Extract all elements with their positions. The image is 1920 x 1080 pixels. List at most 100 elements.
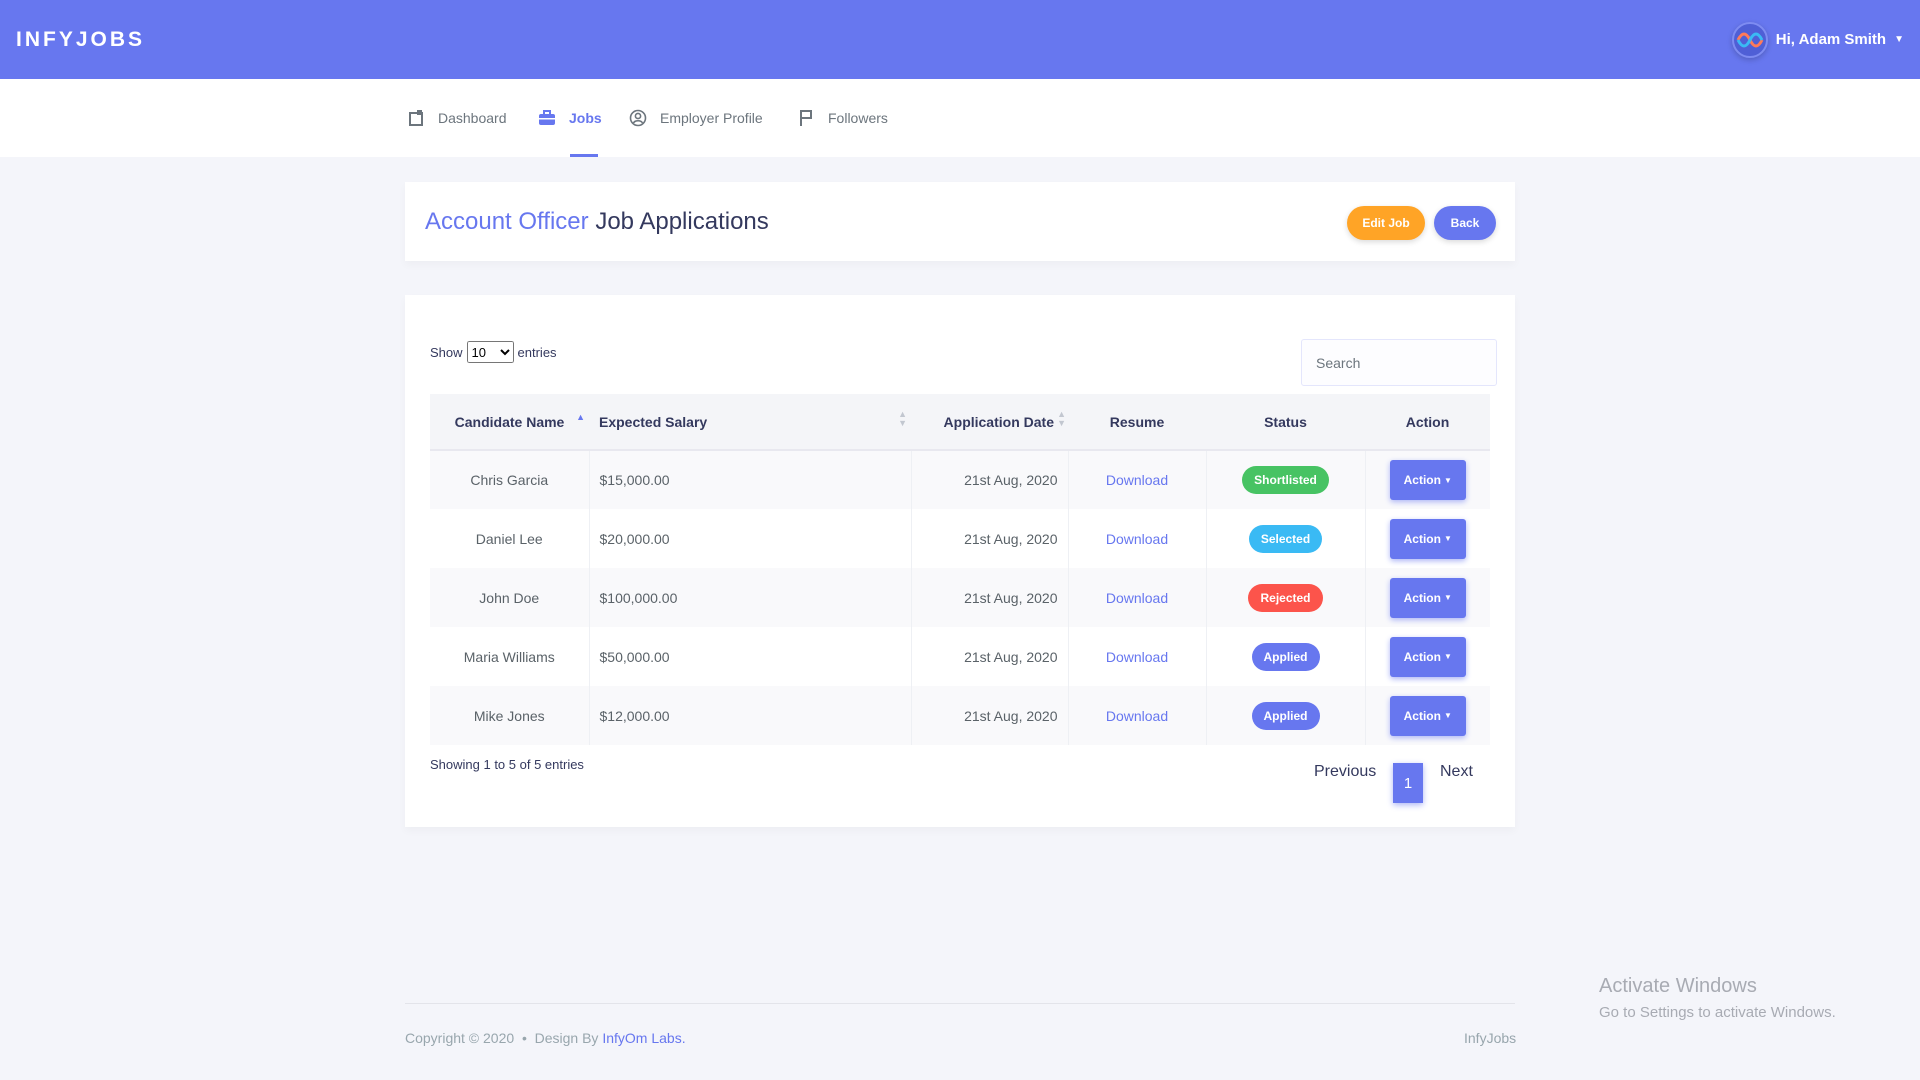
action-dropdown-button[interactable]: Action ▼	[1389, 636, 1466, 677]
application-date-cell: 21st Aug, 2020	[911, 627, 1069, 686]
resume-cell: Download	[1068, 509, 1207, 568]
column-header-candidate-name[interactable]: Candidate Name ▲	[430, 394, 589, 451]
caret-down-icon: ▼	[1443, 593, 1452, 602]
expected-salary-cell: $20,000.00	[589, 509, 912, 568]
search-input[interactable]	[1301, 339, 1497, 386]
sort-icon: ▲ ▼	[1057, 409, 1066, 428]
page-title: Account Officer Job Applications	[425, 208, 769, 236]
windows-activation-watermark: Activate Windows Go to Settings to activ…	[1599, 975, 1836, 1021]
chevron-down-icon[interactable]: ▼	[1894, 34, 1904, 45]
job-title-link[interactable]: Account Officer	[425, 208, 589, 235]
action-dropdown-button[interactable]: Action ▼	[1389, 577, 1466, 618]
candidate-name-cell: Maria Williams	[430, 627, 590, 686]
resume-download-link[interactable]: Download	[1106, 531, 1168, 547]
table-header-row: Candidate Name ▲ Expected Salary ▲ ▼ Appl…	[430, 394, 1490, 451]
nav-label: Dashboard	[438, 110, 507, 126]
status-cell: Shortlisted	[1206, 450, 1366, 509]
table-row: Mike Jones $12,000.00 21st Aug, 2020 Downlo…	[430, 686, 1490, 745]
action-cell: Action ▼	[1365, 568, 1490, 627]
application-date-cell: 21st Aug, 2020	[911, 450, 1069, 509]
table-info: Showing 1 to 5 of 5 entries	[430, 757, 584, 772]
avatar-logo-icon	[1736, 32, 1764, 47]
application-date-cell: 21st Aug, 2020	[911, 509, 1069, 568]
column-header-resume: Resume	[1068, 394, 1206, 451]
top-bar: INFYJOBS Hi, Adam Smith ▼	[0, 0, 1920, 79]
column-header-expected-salary[interactable]: Expected Salary ▲ ▼	[589, 394, 911, 451]
resume-download-link[interactable]: Download	[1106, 649, 1168, 665]
page-title-text: Job Applications	[595, 208, 769, 235]
resume-cell: Download	[1068, 686, 1207, 745]
status-badge: Rejected	[1248, 583, 1323, 612]
user-greeting[interactable]: Hi, Adam Smith	[1776, 31, 1886, 48]
nav-label: Jobs	[569, 110, 602, 126]
flag-icon	[797, 109, 815, 127]
pagination-next[interactable]: Next	[1440, 763, 1473, 781]
status-cell: Applied	[1206, 627, 1366, 686]
column-header-action: Action	[1365, 394, 1490, 451]
back-button[interactable]: Back	[1434, 206, 1496, 240]
footer-company-link[interactable]: InfyOm Labs.	[602, 1030, 685, 1046]
clipboard-icon	[407, 109, 425, 127]
status-badge: Applied	[1251, 701, 1320, 730]
edit-job-button[interactable]: Edit Job	[1347, 206, 1425, 240]
caret-down-icon: ▼	[1443, 475, 1452, 485]
resume-download-link[interactable]: Download	[1106, 472, 1168, 488]
status-cell: Rejected	[1206, 568, 1366, 627]
table-row: John Doe $100,000.00 21st Aug, 2020 Downloa…	[430, 568, 1490, 627]
status-badge: Selected	[1248, 524, 1323, 553]
pagination-previous[interactable]: Previous	[1314, 763, 1376, 781]
status-badge: Shortlisted	[1242, 466, 1329, 494]
expected-salary-cell: $15,000.00	[589, 450, 912, 509]
status-cell: Selected	[1206, 509, 1366, 568]
resume-download-link[interactable]: Download	[1106, 590, 1168, 606]
nav-item-dashboard[interactable]: Dashboard	[407, 79, 507, 157]
candidate-name-cell: John Doe	[430, 568, 590, 627]
expected-salary-cell: $12,000.00	[589, 686, 912, 745]
candidate-name-cell: Chris Garcia	[430, 450, 590, 509]
nav-label: Employer Profile	[660, 110, 763, 126]
candidate-name-cell: Daniel Lee	[430, 509, 590, 568]
resume-download-link[interactable]: Download	[1106, 708, 1168, 724]
candidate-name-cell: Mike Jones	[430, 686, 590, 745]
brand-logo[interactable]: INFYJOBS	[16, 28, 145, 52]
action-dropdown-button[interactable]: Action ▼	[1389, 695, 1466, 736]
footer-divider	[405, 1003, 1515, 1004]
column-header-status: Status	[1206, 394, 1365, 451]
page-length-select[interactable]: 10	[466, 341, 514, 363]
table-row: Daniel Lee $20,000.00 21st Aug, 2020 Downlo…	[430, 509, 1490, 568]
avatar[interactable]	[1731, 21, 1768, 58]
expected-salary-cell: $50,000.00	[589, 627, 912, 686]
show-label: Show	[430, 344, 463, 360]
action-cell: Action ▼	[1365, 627, 1490, 686]
nav-item-jobs[interactable]: Jobs	[538, 79, 602, 157]
status-badge: Applied	[1251, 642, 1320, 671]
user-menu[interactable]: Hi, Adam Smith ▼	[1731, 21, 1904, 58]
resume-cell: Download	[1068, 627, 1207, 686]
entries-label: entries	[517, 344, 557, 360]
page-header-card: Account Officer Job Applications Edit Jo…	[405, 182, 1515, 261]
column-header-application-date[interactable]: Application Date ▲ ▼	[911, 394, 1068, 451]
resume-cell: Download	[1068, 568, 1207, 627]
table-row: Maria Williams $50,000.00 21st Aug, 2020 Do…	[430, 627, 1490, 686]
table-row: Chris Garcia $15,000.00 21st Aug, 2020 Down…	[430, 450, 1490, 509]
caret-down-icon: ▼	[1443, 534, 1452, 543]
application-date-cell: 21st Aug, 2020	[911, 686, 1069, 745]
action-dropdown-button[interactable]: Action ▼	[1389, 518, 1466, 559]
briefcase-icon	[538, 109, 556, 127]
nav-item-employer-profile[interactable]: Employer Profile	[629, 79, 763, 157]
main-nav: Dashboard Jobs Employer Profile Follower…	[0, 79, 1920, 157]
user-circle-icon	[629, 109, 647, 127]
applications-card: Show 10 entries Candidate Name ▲ Expecte…	[405, 295, 1515, 827]
caret-down-icon: ▼	[1443, 652, 1452, 661]
active-tab-indicator	[570, 154, 598, 157]
action-cell: Action ▼	[1365, 686, 1490, 745]
sort-asc-icon: ▲	[576, 412, 585, 422]
nav-item-followers[interactable]: Followers	[797, 79, 888, 157]
caret-down-icon: ▼	[1443, 711, 1452, 720]
sort-icon: ▲ ▼	[898, 409, 907, 428]
status-cell: Applied	[1206, 686, 1366, 745]
application-date-cell: 21st Aug, 2020	[911, 568, 1069, 627]
action-dropdown-button[interactable]: Action ▼	[1389, 460, 1466, 500]
pagination-page-1[interactable]: 1	[1393, 763, 1423, 803]
nav-label: Followers	[828, 110, 888, 126]
